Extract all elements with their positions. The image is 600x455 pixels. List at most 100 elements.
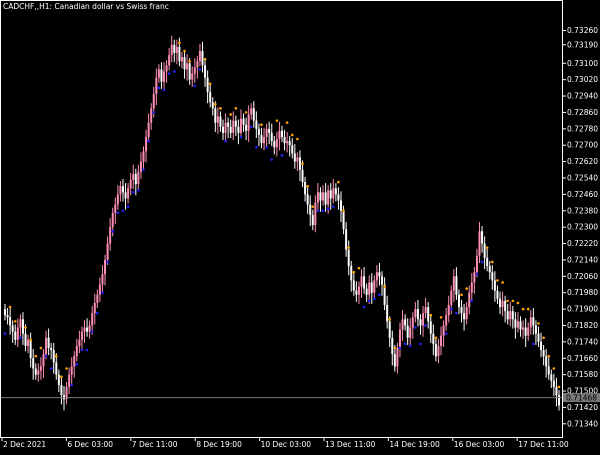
candle-body <box>404 319 407 326</box>
candle-body <box>19 319 22 328</box>
resistance-dot <box>342 209 345 213</box>
y-tick-label: 0.71660 <box>567 354 598 363</box>
candle-body <box>98 284 101 295</box>
candlestick-chart[interactable]: CADCHF,,H1: Canadian dollar vs Swiss fra… <box>0 0 600 450</box>
candle-body <box>86 327 89 332</box>
candle-body <box>183 57 186 70</box>
candle-body <box>119 186 122 195</box>
candle-body <box>440 335 443 346</box>
support-dot <box>90 330 94 333</box>
candle-body <box>163 71 166 82</box>
y-tick-label: 0.73100 <box>567 59 598 68</box>
candle-body <box>552 380 555 387</box>
x-tick-label: 6 Dec 03:00 <box>67 440 113 449</box>
candle-body <box>255 120 258 129</box>
candle-body <box>542 350 545 357</box>
candle-body <box>134 173 137 185</box>
resistance-dot <box>39 346 43 350</box>
candle-body <box>360 276 363 287</box>
support-dot <box>193 84 197 88</box>
support-dot <box>44 354 48 358</box>
candle-body <box>488 266 491 273</box>
candle-body <box>547 366 550 375</box>
candle-body <box>442 325 445 336</box>
candle-body <box>555 386 558 396</box>
candle-body <box>558 395 560 406</box>
support-dot <box>270 158 274 161</box>
y-tick-label: 0.72460 <box>567 190 598 199</box>
candle-body <box>496 290 499 299</box>
candle-body <box>550 374 553 381</box>
candle-body <box>529 317 532 328</box>
support-dot <box>403 342 407 346</box>
candle-body <box>465 307 468 320</box>
candle-body <box>47 337 50 349</box>
candle-body <box>534 325 537 334</box>
y-tick-label: 0.72540 <box>567 173 598 182</box>
candle-body <box>504 300 507 312</box>
candle-body <box>409 327 412 338</box>
candle-body <box>509 311 512 320</box>
support-dot <box>475 272 479 276</box>
support-dot <box>265 145 268 149</box>
resistance-dot <box>439 315 443 319</box>
candle-body <box>173 44 176 54</box>
resistance-dot <box>352 270 356 274</box>
candle-body <box>288 141 291 146</box>
y-tick-label: 0.72620 <box>567 157 598 166</box>
candle-body <box>373 280 376 293</box>
support-dot <box>449 307 453 311</box>
candle-body <box>52 350 55 363</box>
candle-body <box>214 108 217 123</box>
candle-body <box>34 368 37 375</box>
candle-body <box>516 321 519 328</box>
support-dot <box>367 299 371 303</box>
resistance-dot <box>557 385 561 389</box>
candle-body <box>401 319 404 330</box>
y-tick-label: 0.72940 <box>567 92 598 101</box>
candle-body <box>388 321 391 338</box>
current-price-tag: 0.71468 <box>563 393 600 402</box>
candle-body <box>224 122 227 133</box>
candle-body <box>78 339 81 346</box>
candle-body <box>322 192 325 201</box>
candle-body <box>483 243 486 258</box>
candle-body <box>191 73 194 80</box>
candle-body <box>198 50 201 62</box>
candle-body <box>375 272 378 281</box>
candle-body <box>406 325 409 338</box>
support-dot <box>85 348 89 352</box>
resistance-dot <box>429 313 433 317</box>
y-tick-label: 0.73190 <box>567 40 598 49</box>
candle-body <box>396 348 399 367</box>
resistance-dot <box>542 336 545 340</box>
y-tick-label: 0.72780 <box>567 124 598 133</box>
resistance-dot <box>537 322 540 325</box>
candle-body <box>352 280 355 291</box>
resistance-dot <box>65 367 68 370</box>
candle-body <box>160 69 163 82</box>
resistance-dot <box>183 49 186 53</box>
y-tick-label: 0.72380 <box>567 206 598 215</box>
chart-title: CADCHF,,H1: Canadian dollar vs Swiss fra… <box>3 2 169 11</box>
resistance-dot <box>357 266 361 270</box>
candle-body <box>196 61 199 68</box>
chart-area[interactable]: CADCHF,,H1: Canadian dollar vs Swiss fra… <box>0 0 600 450</box>
support-dot <box>280 154 284 157</box>
candle-body <box>39 366 42 371</box>
support-dot <box>239 135 243 139</box>
resistance-dot <box>434 336 438 340</box>
candle-body <box>145 137 148 152</box>
x-tick-label: 10 Dec 03:00 <box>261 440 312 449</box>
y-tick-label: 0.71740 <box>567 337 598 346</box>
support-dot <box>157 86 161 90</box>
candle-body <box>142 151 145 162</box>
candle-body <box>291 145 294 154</box>
candle-body <box>27 339 30 346</box>
resistance-dot <box>526 307 530 311</box>
candle-body <box>101 274 104 285</box>
candle-body <box>73 356 76 367</box>
candle-body <box>137 171 140 185</box>
candle-body <box>278 130 281 140</box>
candle-body <box>386 304 389 322</box>
